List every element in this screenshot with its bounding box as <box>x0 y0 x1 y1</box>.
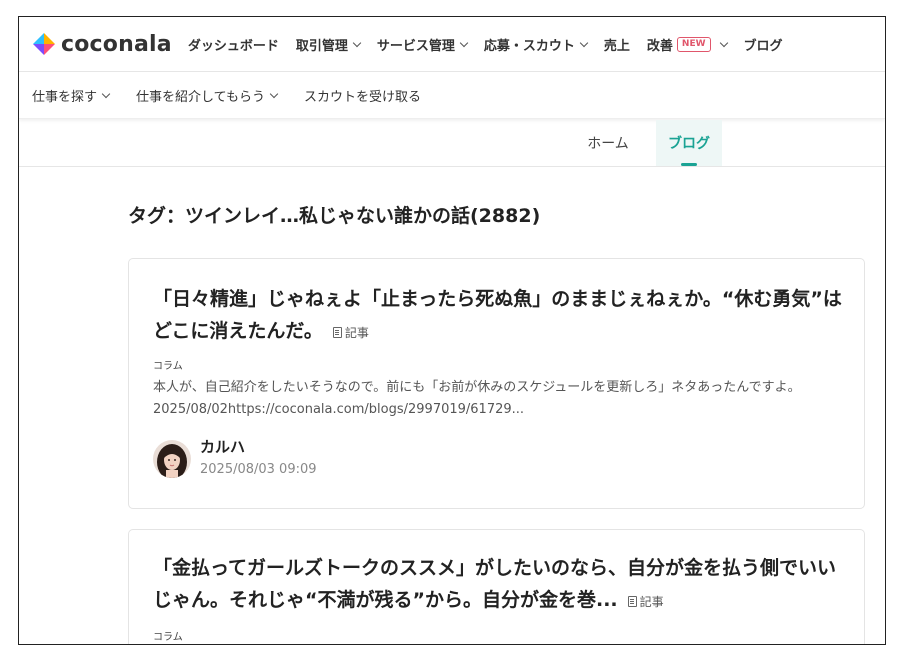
post-category[interactable]: コラム <box>153 357 183 372</box>
post-title[interactable]: 「金払ってガールズトークのススメ」がしたいのなら、自分が金を払う側でいいじゃん。… <box>153 552 843 618</box>
post-title-text: 「金払ってガールズトークのススメ」がしたいのなら、自分が金を払う側でいいじゃん。… <box>153 557 837 611</box>
post-category[interactable]: コラム <box>153 628 183 643</box>
nav-transactions[interactable]: 取引管理 <box>295 35 362 54</box>
subnav-find-work-label: 仕事を探す <box>32 89 98 105</box>
article-icon <box>332 327 342 338</box>
tab-home[interactable]: ホーム <box>576 120 640 166</box>
avatar[interactable] <box>153 439 191 478</box>
nav-applications-scout-label: 応募・スカウト <box>483 38 575 54</box>
nav-dashboard-label: ダッシュボード <box>187 38 279 54</box>
nav-blog-label: ブログ <box>743 38 783 54</box>
subnav-receive-scouts[interactable]: スカウトを受け取る <box>304 86 421 105</box>
nav-sales-label: 売上 <box>603 38 630 54</box>
coconala-logo[interactable]: coconala <box>32 32 172 57</box>
post-author[interactable]: カルハ 2025/08/03 09:09 <box>153 437 317 480</box>
post-title[interactable]: 「日々精進」じゃねぇよ「止まったら死ぬ魚」のままじぇねぇか。“休む勇気”はどこに… <box>153 283 843 349</box>
author-info: カルハ 2025/08/03 09:09 <box>200 437 317 480</box>
chevron-down-icon <box>579 38 589 47</box>
nav-improvement-label: 改善 <box>646 38 673 54</box>
main-nav: ダッシュボード 取引管理 サービス管理 応募・スカウト 売上 改善 NEW ブロ… <box>188 35 800 54</box>
chevron-down-icon <box>719 38 728 47</box>
article-icon <box>627 596 637 607</box>
post-type: 記事 <box>627 595 664 609</box>
post-type: 記事 <box>332 326 369 340</box>
chevron-down-icon <box>269 89 279 98</box>
nav-applications-scout[interactable]: 応募・スカウト <box>483 35 589 54</box>
nav-service-management[interactable]: サービス管理 <box>376 35 469 54</box>
chevron-down-icon <box>459 38 469 47</box>
nav-dashboard[interactable]: ダッシュボード <box>188 35 279 54</box>
post-title-text: 「日々精進」じゃねぇよ「止まったら死ぬ魚」のままじぇねぇか。“休む勇気”はどこに… <box>153 288 842 342</box>
chevron-down-icon <box>101 89 111 98</box>
nav-improvement[interactable]: 改善 NEW <box>646 35 728 54</box>
nav-transactions-label: 取引管理 <box>295 38 348 54</box>
subnav-find-work[interactable]: 仕事を探す <box>32 86 111 105</box>
blog-post-card[interactable]: 「金払ってガールズトークのススメ」がしたいのなら、自分が金を払う側でいいじゃん。… <box>128 529 865 644</box>
nav-service-management-label: サービス管理 <box>376 38 455 54</box>
tab-home-label: ホーム <box>587 136 629 152</box>
post-date: 2025/08/03 09:09 <box>200 462 317 477</box>
browser-frame: coconala ダッシュボード 取引管理 サービス管理 応募・スカウト 売上 <box>18 16 886 645</box>
tab-blog[interactable]: ブログ <box>656 120 722 166</box>
page-title: タグ：ツインレイ…私じゃない誰かの話(2882) <box>128 205 541 227</box>
nav-sales[interactable]: 売上 <box>604 35 630 54</box>
post-excerpt: 本人が、自己紹介をしたいそうなので。前にも「お前が休みのスケジュールを更新しろ」… <box>153 380 801 417</box>
chevron-down-icon <box>352 38 362 47</box>
active-tab-indicator <box>681 163 697 166</box>
avatar-image <box>153 439 191 478</box>
new-badge: NEW <box>676 36 711 52</box>
tab-blog-label: ブログ <box>668 136 710 152</box>
blog-post-card[interactable]: 「日々精進」じゃねぇよ「止まったら死ぬ魚」のままじぇねぇか。“休む勇気”はどこに… <box>128 258 865 509</box>
subnav-get-referred[interactable]: 仕事を紹介してもらう <box>136 86 279 105</box>
post-type-label: 記事 <box>344 326 369 340</box>
coconala-logo-icon <box>33 33 55 55</box>
sub-nav: 仕事を探す 仕事を紹介してもらう スカウトを受け取る <box>19 72 885 119</box>
logo-wordmark: coconala <box>61 31 172 57</box>
blog-tabs: ホーム ブログ <box>19 120 885 167</box>
author-name[interactable]: カルハ <box>200 437 317 457</box>
subnav-get-referred-label: 仕事を紹介してもらう <box>136 89 265 105</box>
top-header: coconala ダッシュボード 取引管理 サービス管理 応募・スカウト 売上 <box>19 17 885 72</box>
nav-blog[interactable]: ブログ <box>744 35 783 54</box>
post-type-label: 記事 <box>639 595 664 609</box>
subnav-receive-scouts-label: スカウトを受け取る <box>303 89 421 105</box>
